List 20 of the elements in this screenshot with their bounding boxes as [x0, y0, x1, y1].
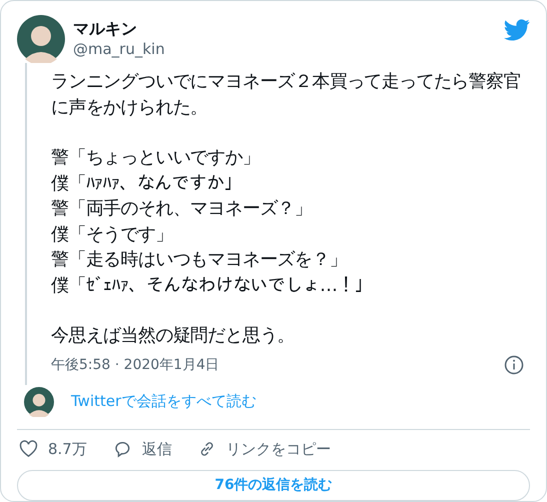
info-icon[interactable] — [504, 354, 524, 374]
action-label[interactable]: 返信 — [142, 440, 172, 458]
speech-bubble-icon — [112, 440, 132, 458]
heart-icon — [19, 440, 38, 458]
tweet-text: ランニングついでにマヨネーズ２本買って走ってたら警察官に声をかけられた。 — [51, 70, 522, 120]
tweet-text: 僕「ｾﾞｪﾊｧ、そんなわけないでしょ…！」 — [51, 274, 374, 298]
tweet-text: 警「両手のそれ、マヨネーズ？」 — [51, 197, 314, 221]
avatar — [17, 15, 65, 63]
action-label[interactable]: リンクをコピー — [226, 440, 331, 458]
author-name[interactable]: マルキン — [73, 19, 500, 39]
avatar — [24, 386, 54, 416]
author-handle[interactable]: @ma_ru_kin — [73, 39, 500, 59]
action-label[interactable]: 8.7万 — [48, 440, 87, 458]
timestamp[interactable]: 午後5:58 · 2020年1月4日 — [51, 356, 220, 374]
tweet-text: 警「走る時はいつもマヨネーズを？」 — [51, 248, 348, 272]
tweet-text: 警「ちょっといいですか」 — [51, 146, 261, 170]
tweet-text: 今思えば当然の疑問だと思う。 — [51, 324, 296, 348]
tweet-text: 僕「そうです」 — [51, 222, 174, 246]
tweet-text: 僕「ﾊｧﾊｧ、なんですか」 — [51, 172, 242, 196]
bird-icon[interactable] — [504, 19, 530, 41]
